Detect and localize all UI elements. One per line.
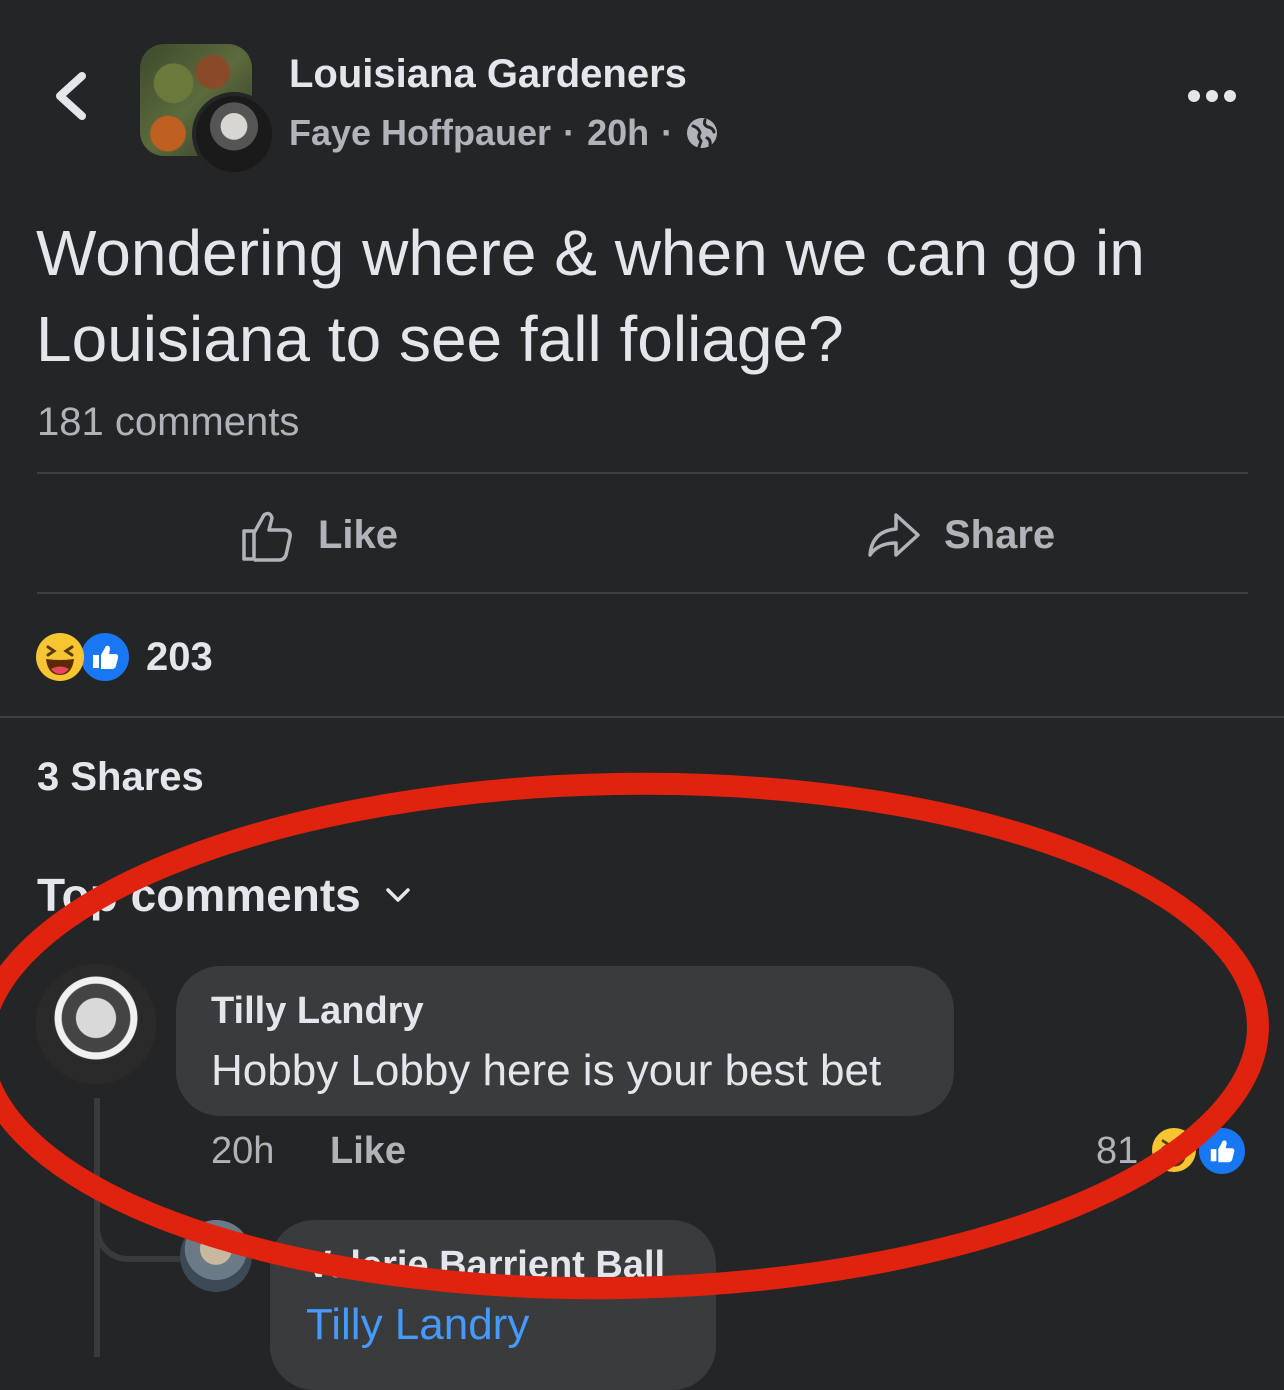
reactions-summary[interactable]: 203 xyxy=(36,630,213,684)
shares-count[interactable]: 3 Shares xyxy=(37,755,204,800)
like-icon xyxy=(1196,1125,1248,1177)
meta-separator: · xyxy=(661,112,674,153)
more-options-button[interactable] xyxy=(1184,82,1240,110)
like-label: Like xyxy=(318,512,399,557)
reply-avatar[interactable] xyxy=(180,1220,252,1292)
chevron-down-icon xyxy=(385,888,410,902)
divider xyxy=(37,472,1248,474)
like-button[interactable]: Like xyxy=(240,500,398,570)
meta-separator: · xyxy=(563,112,576,153)
group-name[interactable]: Louisiana Gardeners xyxy=(289,52,687,97)
post-time[interactable]: 20h xyxy=(587,112,649,154)
author-avatar[interactable] xyxy=(192,92,276,176)
post-meta: Faye Hoffpauer · 20h · xyxy=(289,112,719,154)
share-label: Share xyxy=(944,512,1056,557)
haha-icon xyxy=(1152,1128,1196,1172)
divider xyxy=(37,592,1248,594)
commenter-name[interactable]: Tilly Landry xyxy=(211,990,424,1033)
comment-reaction-count[interactable]: 81 xyxy=(1096,1130,1138,1173)
reaction-count: 203 xyxy=(146,634,213,679)
reply-mention-link[interactable]: Tilly Landry xyxy=(306,1300,529,1350)
share-arrow-icon xyxy=(868,513,920,557)
globe-icon xyxy=(687,118,718,149)
more-dots-icon xyxy=(1188,90,1236,102)
chevron-left-icon xyxy=(56,72,86,120)
like-icon xyxy=(78,630,132,684)
thumbs-up-icon xyxy=(242,511,292,562)
share-button[interactable]: Share xyxy=(866,500,1055,570)
back-button[interactable] xyxy=(46,66,102,126)
section-divider xyxy=(0,716,1284,718)
reply-author-name[interactable]: Valerie Barrient Ball xyxy=(306,1244,665,1287)
comment-text: Hobby Lobby here is your best bet xyxy=(211,1046,882,1095)
comment-sort-dropdown[interactable]: Top comments xyxy=(37,868,413,922)
comment-sort-label: Top comments xyxy=(37,869,361,921)
author-name[interactable]: Faye Hoffpauer xyxy=(289,112,551,154)
comment-time[interactable]: 20h xyxy=(211,1130,274,1173)
commenter-avatar[interactable] xyxy=(36,964,156,1084)
haha-icon xyxy=(36,633,84,681)
comments-count[interactable]: 181 comments xyxy=(37,400,299,445)
comment-like-button[interactable]: Like xyxy=(330,1130,406,1173)
thread-connector xyxy=(94,1210,180,1262)
post-text: Wondering where & when we can go in Loui… xyxy=(36,217,1145,375)
